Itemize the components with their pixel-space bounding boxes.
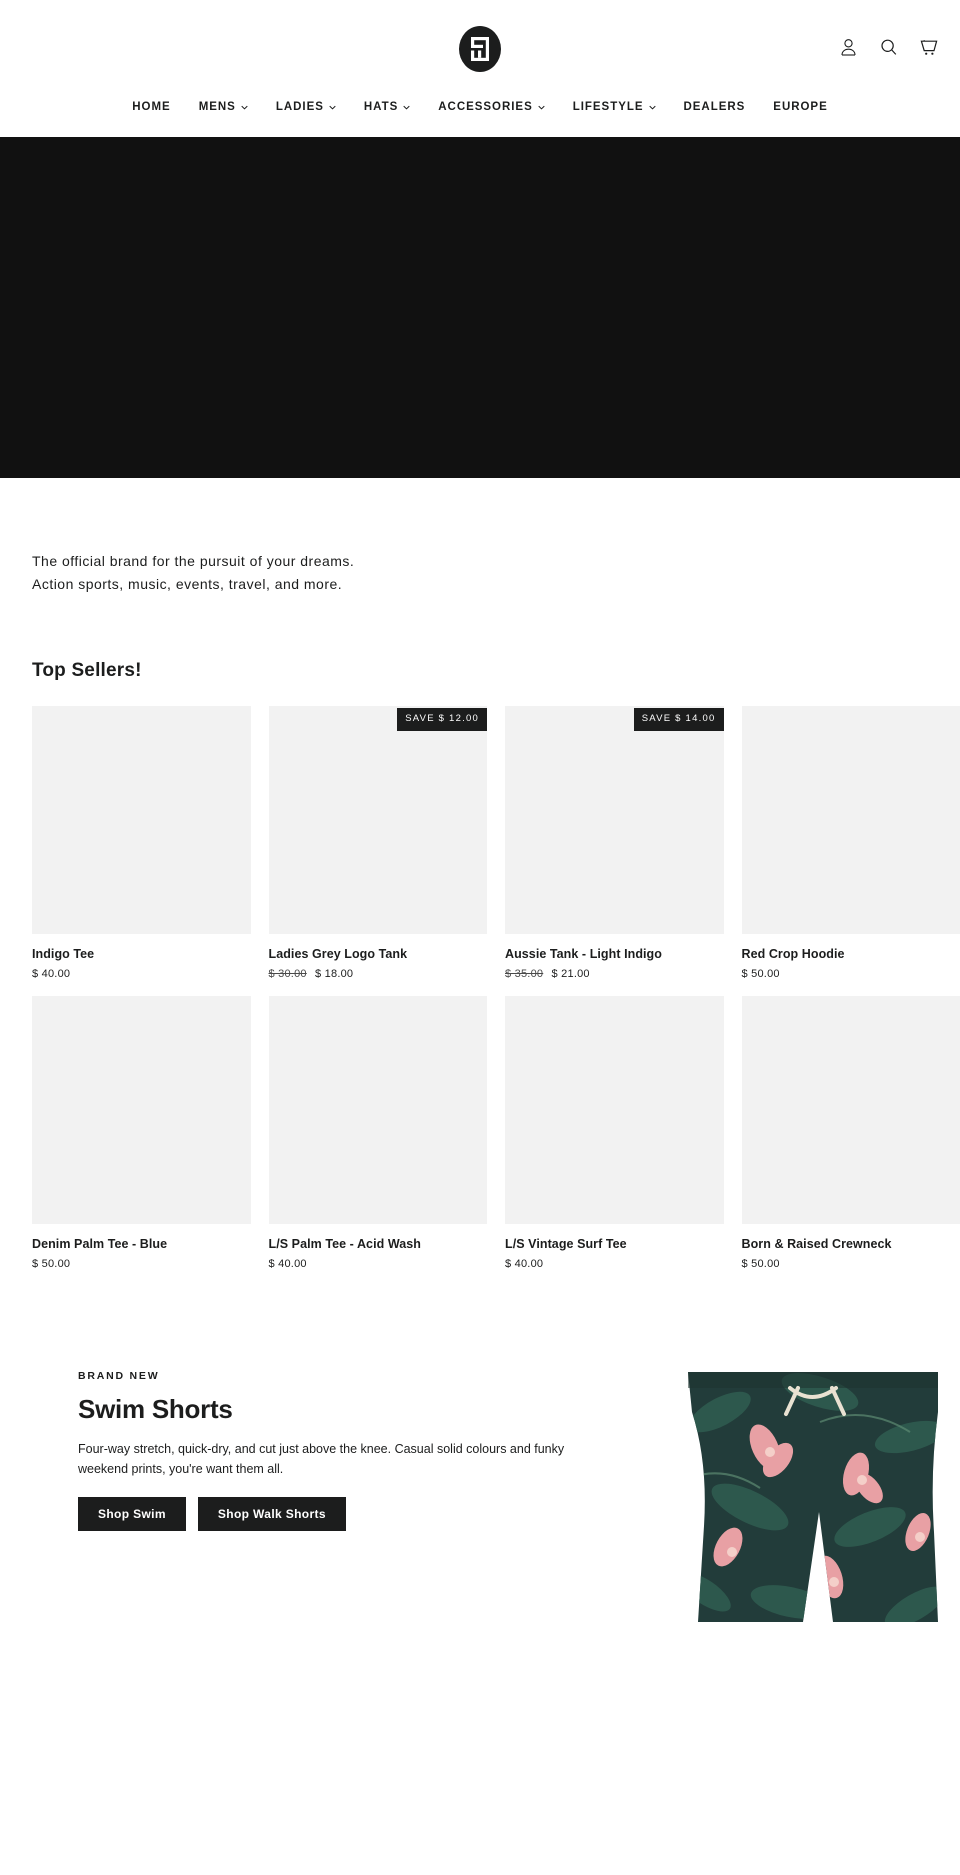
swim-shorts-photo xyxy=(670,1342,960,1670)
product-price: $ 50.00 xyxy=(32,1258,251,1270)
hero-banner[interactable] xyxy=(0,137,960,478)
chevron-down-icon xyxy=(241,105,248,110)
nav-item-home[interactable]: HOME xyxy=(118,101,184,113)
tagline-line-2: Action sports, music, events, travel, an… xyxy=(32,576,343,592)
shop-swim-button[interactable]: Shop Swim xyxy=(78,1497,186,1531)
nav-label: HATS xyxy=(363,101,399,113)
nav-label: ACCESSORIES xyxy=(438,101,533,113)
price-current: $ 40.00 xyxy=(268,1258,307,1270)
nav-item-dealers[interactable]: DEALERS xyxy=(670,101,760,113)
account-icon[interactable] xyxy=(840,38,858,58)
product-card[interactable]: SAVE $ 12.00 Ladies Grey Logo Tank $ 30.… xyxy=(268,706,488,980)
price-current: $ 50.00 xyxy=(741,968,780,980)
nav-item-mens[interactable]: MENS xyxy=(185,101,262,113)
nav-item-lifestyle[interactable]: LIFESTYLE xyxy=(559,101,670,113)
price-current: $ 50.00 xyxy=(32,1258,71,1270)
product-card[interactable]: Red Crop Hoodie $ 50.00 xyxy=(741,706,960,980)
nav-label: DEALERS xyxy=(683,101,746,113)
product-title[interactable]: L/S Palm Tee - Acid Wash xyxy=(269,1237,488,1251)
promo-button-group: Shop Swim Shop Walk Shorts xyxy=(78,1497,600,1531)
top-sellers-heading: Top Sellers! xyxy=(32,660,142,681)
product-title[interactable]: Aussie Tank - Light Indigo xyxy=(505,947,724,961)
product-title[interactable]: Red Crop Hoodie xyxy=(742,947,960,961)
product-title[interactable]: Indigo Tee xyxy=(32,947,251,961)
product-price: $ 40.00 xyxy=(32,968,251,980)
nav-item-ladies[interactable]: LADIES xyxy=(262,101,350,113)
sale-badge: SAVE $ 12.00 xyxy=(397,708,487,731)
nav-item-europe[interactable]: EUROPE xyxy=(759,101,841,113)
chevron-down-icon xyxy=(403,105,410,110)
promo-heading: Swim Shorts xyxy=(78,1394,233,1424)
product-image[interactable] xyxy=(268,706,487,934)
brand-tagline: The official brand for the pursuit of yo… xyxy=(0,478,960,596)
product-price: $ 50.00 xyxy=(742,968,960,980)
promo-description: Four-way stretch, quick-dry, and cut jus… xyxy=(78,1442,565,1476)
product-price: $ 30.00 $ 18.00 xyxy=(269,968,488,980)
site-header: HOME MENS LADIES HATS ACCESSORIES LIFEST… xyxy=(0,0,960,137)
product-title[interactable]: L/S Vintage Surf Tee xyxy=(505,1237,724,1251)
product-card[interactable]: Denim Palm Tee - Blue $ 50.00 xyxy=(32,996,251,1270)
price-original: $ 30.00 xyxy=(268,968,307,980)
product-price: $ 35.00 $ 21.00 xyxy=(505,968,724,980)
shop-walk-shorts-button[interactable]: Shop Walk Shorts xyxy=(197,1497,346,1531)
product-image[interactable] xyxy=(741,996,960,1224)
chevron-down-icon xyxy=(648,105,656,110)
price-current: $ 40.00 xyxy=(32,968,71,980)
price-current: $ 21.00 xyxy=(551,968,590,980)
price-original: $ 35.00 xyxy=(505,968,544,980)
product-price: $ 40.00 xyxy=(505,1258,724,1270)
product-grid: Indigo Tee $ 40.00 SAVE $ 12.00 Ladies G… xyxy=(0,682,960,1270)
product-price: $ 40.00 xyxy=(269,1258,488,1270)
promo-text-block: BRAND NEW Swim Shorts Four-way stretch, … xyxy=(0,1370,600,1531)
nav-label: HOME xyxy=(132,101,171,113)
promo-eyebrow: BRAND NEW xyxy=(78,1370,160,1382)
chevron-down-icon xyxy=(538,105,545,110)
price-current: $ 18.00 xyxy=(315,968,354,980)
nav-label: MENS xyxy=(198,101,236,113)
nav-item-hats[interactable]: HATS xyxy=(350,101,424,113)
nav-label: EUROPE xyxy=(773,101,828,113)
cart-icon[interactable] xyxy=(920,38,938,58)
product-image[interactable] xyxy=(741,706,960,934)
search-icon[interactable] xyxy=(880,38,898,58)
product-image[interactable] xyxy=(505,706,724,934)
price-current: $ 50.00 xyxy=(741,1258,780,1270)
product-title[interactable]: Born & Raised Crewneck xyxy=(742,1237,960,1251)
chevron-down-icon xyxy=(329,105,336,110)
product-price: $ 50.00 xyxy=(742,1258,960,1270)
sale-badge: SAVE $ 14.00 xyxy=(633,708,724,731)
product-image[interactable] xyxy=(268,996,487,1224)
product-title[interactable]: Ladies Grey Logo Tank xyxy=(269,947,488,961)
product-card[interactable]: Born & Raised Crewneck $ 50.00 xyxy=(741,996,960,1270)
tagline-line-1: The official brand for the pursuit of yo… xyxy=(32,553,355,569)
logo-link[interactable] xyxy=(0,26,960,72)
product-title[interactable]: Denim Palm Tee - Blue xyxy=(32,1237,251,1251)
product-card[interactable]: L/S Palm Tee - Acid Wash $ 40.00 xyxy=(268,996,488,1270)
product-card[interactable]: Indigo Tee $ 40.00 xyxy=(32,706,251,980)
nav-label: LADIES xyxy=(275,101,324,113)
product-card[interactable]: SAVE $ 14.00 Aussie Tank - Light Indigo … xyxy=(505,706,724,980)
swim-shorts-promo: BRAND NEW Swim Shorts Four-way stretch, … xyxy=(0,1342,960,1670)
nav-item-accessories[interactable]: ACCESSORIES xyxy=(424,101,558,113)
product-image[interactable] xyxy=(32,706,251,934)
main-navigation: HOME MENS LADIES HATS ACCESSORIES LIFEST… xyxy=(0,101,960,113)
brand-logo xyxy=(459,26,501,72)
product-image[interactable] xyxy=(32,996,251,1224)
page-root: HOME MENS LADIES HATS ACCESSORIES LIFEST… xyxy=(0,0,960,1670)
price-current: $ 40.00 xyxy=(505,1258,544,1270)
product-card[interactable]: L/S Vintage Surf Tee $ 40.00 xyxy=(505,996,724,1270)
header-icon-group xyxy=(840,38,938,58)
product-image[interactable] xyxy=(505,996,724,1224)
nav-label: LIFESTYLE xyxy=(572,101,644,113)
